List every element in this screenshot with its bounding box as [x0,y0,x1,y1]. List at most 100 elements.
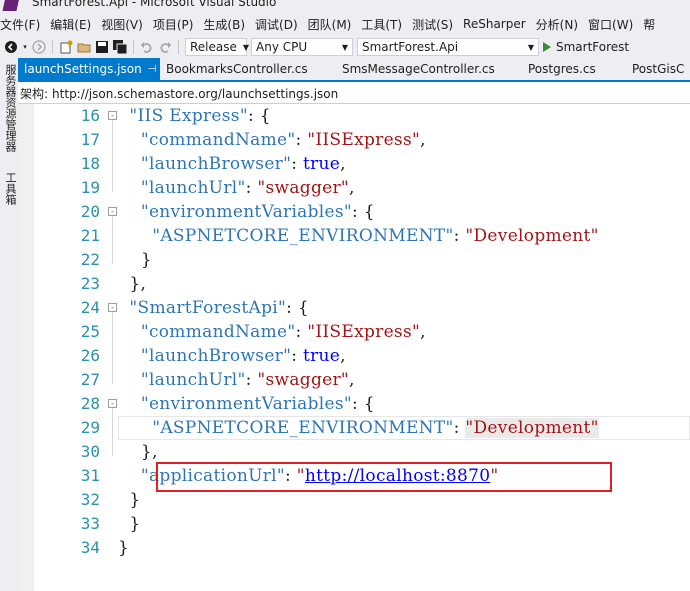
platform-value: Any CPU [256,40,308,54]
server-explorer-tab[interactable]: 服务器资源管理器 [2,64,18,152]
code-text: "launchUrl": "swagger", [140,370,355,390]
code-text: } [129,490,141,510]
line-number: 27 [80,370,100,389]
line-number: 34 [80,538,100,557]
code-editor[interactable]: 16 - "IIS Express": { 17 "commandName": … [18,104,690,591]
schema-label: 架构: [20,87,49,101]
startup-project-value: SmartForest.Api [362,40,459,54]
code-text: "launchUrl": "swagger", [140,178,355,198]
line-number: 20 [80,202,100,221]
code-text: } [118,514,141,534]
schema-url[interactable]: http://json.schemastore.org/launchsettin… [52,87,338,101]
collapse-icon[interactable]: - [108,399,117,408]
platform-select[interactable]: Any CPU ▼ [251,38,353,56]
code-line: 25 "commandName": "IISExpress", [18,320,690,344]
code-text: }, [140,442,158,462]
toolbar-separator [178,40,179,54]
tab-launch-settings[interactable]: launchSettings.json ⊣ ✕ [18,58,172,80]
line-number: 16 [80,106,100,125]
line-number: 19 [80,178,100,197]
open-file-icon[interactable] [77,40,91,54]
line-number: 30 [80,442,100,461]
left-tool-strip: 服务器资源管理器 工具箱 [0,58,18,591]
code-text: "launchBrowser": true, [140,154,346,174]
code-text: "environmentVariables": { [140,202,375,222]
code-line: 28 - "environmentVariables": { [18,392,690,416]
dropdown-arrow-icon[interactable]: ▾ [22,40,28,54]
menu-build[interactable]: 生成(B) [198,16,250,33]
menu-view[interactable]: 视图(V) [96,16,148,33]
code-text: "commandName": "IISExpress", [140,322,426,342]
document-tab-strip: launchSettings.json ⊣ ✕ BookmarksControl… [18,58,690,82]
menu-debug[interactable]: 调试(D) [250,16,303,33]
tab-sms-message-controller[interactable]: SmsMessageController.cs [336,58,522,80]
toolbar-separator [52,40,53,54]
tab-label: launchSettings.json [24,62,142,76]
save-icon[interactable] [95,40,109,54]
menu-resharper[interactable]: ReSharper [458,17,531,31]
line-number: 26 [80,346,100,365]
code-line: 34 } [18,536,690,560]
code-text: } [140,250,152,270]
menu-project[interactable]: 项目(P) [148,16,199,33]
redo-icon[interactable] [158,40,172,54]
code-text: "ASPNETCORE_ENVIRONMENT": "Development" [152,226,599,246]
save-all-icon[interactable] [113,40,127,54]
navigate-forward-icon[interactable] [32,40,46,54]
start-debugging-label: SmartForest [556,40,630,54]
start-debugging-button[interactable]: SmartForest [543,40,629,54]
highlight-annotation-box [156,462,612,492]
startup-project-select[interactable]: SmartForest.Api ▼ [357,38,539,56]
code-line: 26 "launchBrowser": true, [18,344,690,368]
code-line: 22 } [18,248,690,272]
code-text: } [118,538,130,558]
code-text: "commandName": "IISExpress", [140,130,426,150]
code-line: 21 "ASPNETCORE_ENVIRONMENT": "Developmen… [18,224,690,248]
line-number: 17 [80,130,100,149]
menu-edit[interactable]: 编辑(E) [45,16,96,33]
visual-studio-logo-icon [2,0,20,11]
code-line: 20 - "environmentVariables": { [18,200,690,224]
menu-test[interactable]: 测试(S) [407,16,458,33]
title-bar: SmartForest.Api - Microsoft Visual Studi… [0,0,690,12]
window-title: SmartForest.Api - Microsoft Visual Studi… [32,0,277,9]
menu-bar: 文件(F) 编辑(E) 视图(V) 项目(P) 生成(B) 调试(D) 团队(M… [0,12,690,36]
menu-help[interactable]: 帮 [638,16,660,33]
code-line: 27 "launchUrl": "swagger", [18,368,690,392]
line-number: 25 [80,322,100,341]
collapse-icon[interactable]: - [108,111,117,120]
tab-label: BookmarksController.cs [166,62,308,76]
tab-label: Postgres.cs [528,62,596,76]
line-number: 31 [80,466,100,485]
code-text: "environmentVariables": { [140,394,375,414]
tab-postgis[interactable]: PostGisC [626,58,690,80]
line-number: 29 [80,418,100,437]
code-text: "launchBrowser": true, [140,346,346,366]
chevron-down-icon: ▼ [527,42,534,52]
tab-postgres[interactable]: Postgres.cs [522,58,626,80]
new-project-icon[interactable] [59,40,73,54]
line-number: 32 [80,490,100,509]
chevron-down-icon: ▼ [341,42,348,52]
toolbox-tab[interactable]: 工具箱 [2,172,18,205]
line-number: 33 [80,514,100,533]
code-line: 18 "launchBrowser": true, [18,152,690,176]
navigate-back-icon[interactable] [4,40,18,54]
menu-team[interactable]: 团队(M) [303,16,357,33]
menu-tools[interactable]: 工具(T) [356,16,407,33]
collapse-icon[interactable]: - [108,207,117,216]
pin-icon[interactable]: ⊣ [148,64,157,75]
menu-file[interactable]: 文件(F) [0,16,45,33]
tab-label: SmsMessageController.cs [342,62,495,76]
code-line: 23 }, [18,272,690,296]
tab-bookmarks-controller[interactable]: BookmarksController.cs [160,58,336,80]
toolbar-separator [133,40,134,54]
menu-analyze[interactable]: 分析(N) [531,16,583,33]
undo-icon[interactable] [140,40,154,54]
configuration-select[interactable]: Release ▼ [185,38,249,56]
menu-window[interactable]: 窗口(W) [583,16,638,33]
line-number: 21 [80,226,100,245]
collapse-icon[interactable]: - [108,303,117,312]
json-schema-bar: 架构: http://json.schemastore.org/launchse… [18,84,690,104]
code-line: 33 } [18,512,690,536]
